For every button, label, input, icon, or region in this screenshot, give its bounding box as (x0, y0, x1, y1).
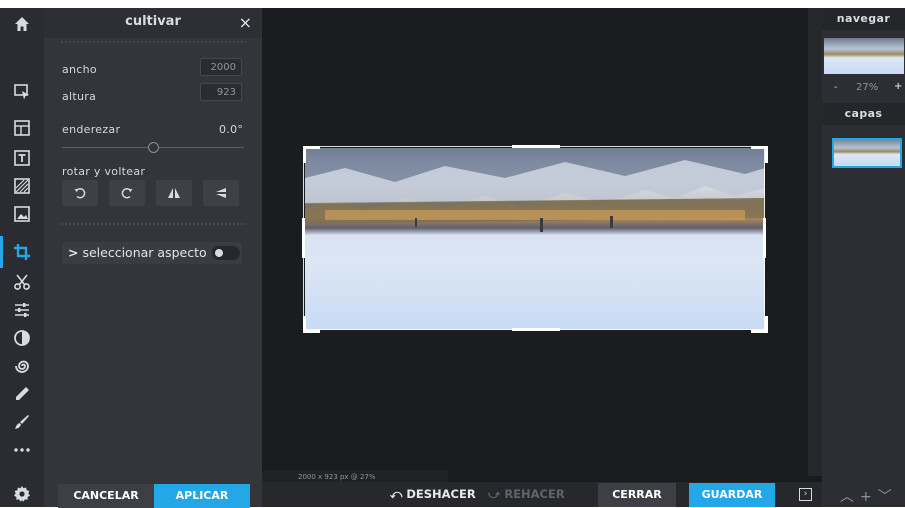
crop-handle-bottom[interactable] (512, 328, 560, 331)
cancel-button[interactable]: CANCELAR (58, 484, 154, 508)
undo-label: DESHACER (406, 487, 476, 501)
rotate-flip-label: rotar y voltear (62, 165, 146, 178)
more-icon[interactable] (7, 438, 37, 462)
zoom-value: 27% (856, 82, 879, 93)
home-icon[interactable] (7, 12, 37, 36)
close-icon[interactable]: × (239, 13, 252, 32)
image-icon[interactable] (7, 202, 37, 226)
texture-icon[interactable] (7, 174, 37, 198)
height-field[interactable]: 923 (200, 83, 242, 101)
straighten-value: 0.0° (219, 123, 244, 136)
flip-horizontal-button[interactable] (156, 180, 192, 206)
chevron-right-icon: > (68, 245, 79, 260)
app-window: cultivar × ancho 2000 altura 923 enderez… (0, 8, 905, 508)
layout-icon[interactable] (7, 116, 37, 140)
arrange-icon[interactable] (7, 80, 37, 104)
liquify-icon[interactable] (7, 354, 37, 378)
select-aspect-label: > seleccionar aspecto (68, 245, 207, 260)
divider (60, 40, 246, 44)
crop-handle-right[interactable] (763, 218, 766, 258)
right-panel: navegar - 27% + capas ︿+﹀ (822, 8, 905, 507)
toggle-panel-icon[interactable]: › (799, 488, 812, 501)
crop-frame[interactable] (303, 146, 765, 330)
undo-icon: ⤺ (390, 487, 403, 501)
crop-handle-bottom-left[interactable] (303, 316, 320, 333)
aspect-text: seleccionar aspecto (82, 245, 207, 260)
canvas-scrollbar[interactable] (808, 8, 822, 476)
undo-button[interactable]: ⤺ DESHACER (390, 487, 476, 502)
navigator-thumbnail[interactable] (824, 38, 904, 74)
crop-handle-top[interactable] (512, 145, 560, 148)
zoom-controls: - 27% + (822, 80, 905, 98)
crop-handle-top-right[interactable] (751, 146, 768, 163)
rotate-right-button[interactable] (109, 180, 145, 206)
crop-panel: cultivar × ancho 2000 altura 923 enderez… (44, 8, 262, 508)
width-field[interactable]: 2000 (200, 58, 242, 76)
move-layer-down-icon[interactable]: ﹀ (878, 489, 898, 505)
straighten-slider-knob[interactable] (148, 142, 159, 153)
flip-vertical-icon (216, 188, 226, 198)
redo-label: REHACER (504, 487, 565, 501)
redo-icon: ⤻ (488, 487, 501, 501)
close-button[interactable]: CERRAR (598, 483, 676, 507)
filter-icon[interactable] (7, 326, 37, 350)
zoom-in-button[interactable]: + (894, 81, 902, 92)
select-aspect-row[interactable]: > seleccionar aspecto (62, 242, 242, 264)
cut-icon[interactable] (7, 270, 37, 294)
crop-handle-bottom-right[interactable] (751, 316, 768, 333)
layers-header: capas (822, 103, 905, 125)
layer-controls: ︿+﹀ (840, 486, 898, 506)
navigate-header: navegar (822, 8, 905, 30)
straighten-label: enderezar (62, 123, 121, 136)
bottom-bar: ⤺ DESHACER ⤻ REHACER CERRAR GUARDAR › (262, 482, 822, 507)
height-label: altura (62, 90, 97, 103)
crop-handle-top-left[interactable] (303, 146, 320, 163)
aspect-toggle[interactable] (212, 246, 240, 260)
redo-button[interactable]: ⤻ REHACER (488, 487, 565, 502)
retouch-icon[interactable] (7, 382, 37, 406)
rotate-left-icon (74, 188, 86, 199)
left-toolbar (0, 8, 44, 507)
width-label: ancho (62, 63, 97, 76)
settings-icon[interactable] (7, 482, 37, 506)
rotate-left-button[interactable] (62, 180, 98, 206)
text-icon[interactable] (7, 146, 37, 170)
divider (60, 222, 246, 226)
add-layer-icon[interactable]: + (860, 489, 878, 505)
flip-horizontal-icon (168, 188, 180, 198)
save-button[interactable]: GUARDAR (689, 483, 775, 507)
zoom-out-button[interactable]: - (834, 82, 838, 93)
layer-thumbnail[interactable] (832, 138, 902, 168)
flip-vertical-button[interactable] (203, 180, 239, 206)
rotate-right-icon (121, 188, 133, 199)
crop-icon[interactable] (0, 236, 37, 268)
apply-button[interactable]: APLICAR (154, 484, 250, 508)
move-layer-up-icon[interactable]: ︿ (840, 489, 860, 505)
crop-handle-left[interactable] (302, 218, 305, 258)
draw-icon[interactable] (7, 410, 37, 434)
adjust-icon[interactable] (7, 298, 37, 322)
panel-header: cultivar × (44, 8, 262, 38)
panel-title: cultivar (125, 14, 181, 29)
